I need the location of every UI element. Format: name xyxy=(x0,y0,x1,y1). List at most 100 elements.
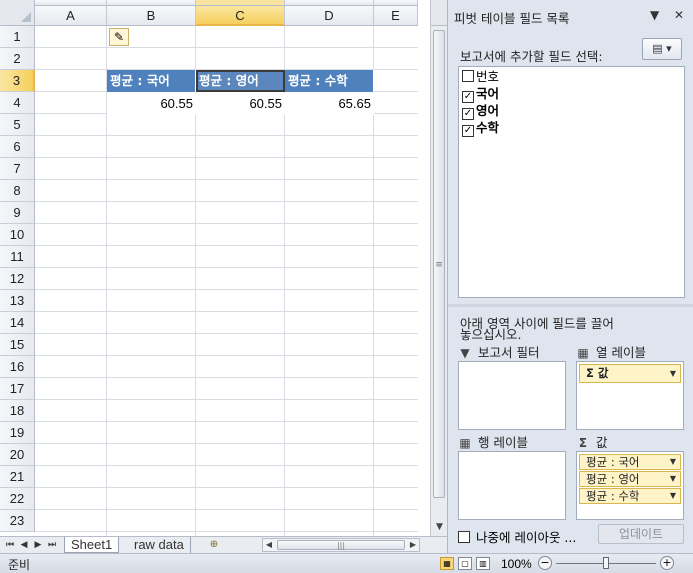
update-button[interactable]: 업데이트 xyxy=(598,524,684,544)
chevron-down-icon[interactable]: ▼ xyxy=(670,489,676,503)
column-area-title: ▦ 열 레이블 xyxy=(576,342,646,361)
row-header-9[interactable]: 9 xyxy=(0,202,35,224)
sigma-icon: Σ xyxy=(578,436,588,450)
scroll-down-icon[interactable]: ▼ xyxy=(431,520,448,534)
checkbox-icon[interactable] xyxy=(458,531,470,543)
scroll-left-icon[interactable]: ◀ xyxy=(263,539,275,551)
row-header-6[interactable]: 6 xyxy=(0,136,35,158)
field-list-layout-button[interactable]: ▤ ▾ xyxy=(642,38,682,60)
pivot-value-english[interactable]: 60.55 xyxy=(196,93,285,115)
filter-icon: ▼ xyxy=(460,346,470,360)
select-all-corner[interactable] xyxy=(0,0,35,26)
row-header-7[interactable]: 7 xyxy=(0,158,35,180)
page-layout-view-icon[interactable]: ▢ xyxy=(458,557,472,570)
column-header-b[interactable]: B xyxy=(107,6,196,26)
row-header-2[interactable]: 2 xyxy=(0,48,35,70)
chevron-down-icon[interactable]: ▼ xyxy=(670,472,676,486)
row-labels-icon: ▦ xyxy=(459,436,471,450)
gridline xyxy=(35,333,418,334)
row-header-12[interactable]: 12 xyxy=(0,268,35,290)
row-header-13[interactable]: 13 xyxy=(0,290,35,312)
filter-area-box[interactable] xyxy=(458,361,566,430)
cell-grid[interactable]: A B C D E 1 2 3 4 5 6 7 8 9 10 11 12 13 14 15 16 17 18 19 2… xyxy=(0,0,418,536)
filter-area-title: ▼ 보고서 필터 xyxy=(458,342,539,361)
gridline xyxy=(35,531,418,532)
value-chip-english[interactable]: 평균 : 영어 ▼ xyxy=(579,471,681,487)
filter-area-label: 보고서 필터 xyxy=(478,345,540,360)
row-header-8[interactable]: 8 xyxy=(0,180,35,202)
insert-sheet-icon[interactable]: ⊕ xyxy=(205,538,223,551)
value-chip-korean[interactable]: 평균 : 국어 ▼ xyxy=(579,454,681,470)
row-header-18[interactable]: 18 xyxy=(0,400,35,422)
row-header-19[interactable]: 19 xyxy=(0,422,35,444)
checkbox-icon[interactable] xyxy=(462,70,474,82)
prev-sheet-icon[interactable]: ◀ xyxy=(18,538,30,552)
gridline xyxy=(35,201,418,202)
zoom-in-icon[interactable]: + xyxy=(660,556,674,570)
pane-options-icon[interactable]: ▼ xyxy=(650,8,659,22)
pivot-header-english[interactable]: 평균 : 영어 xyxy=(196,70,285,92)
close-icon[interactable]: ✕ xyxy=(674,8,684,22)
pivot-value-math[interactable]: 65.65 xyxy=(285,93,374,115)
row-header-23[interactable]: 23 xyxy=(0,510,35,532)
row-header-15[interactable]: 15 xyxy=(0,334,35,356)
column-values-chip[interactable]: Σ 값 ▼ xyxy=(579,364,681,383)
first-sheet-icon[interactable]: ⏮ xyxy=(4,538,16,552)
row-header-17[interactable]: 17 xyxy=(0,378,35,400)
field-item-english[interactable]: ✓ 영어 xyxy=(462,102,499,120)
vertical-scrollbar[interactable]: ≡ ▼ xyxy=(430,0,448,536)
sheet-tab-raw-data[interactable]: raw data xyxy=(128,537,191,553)
chevron-down-icon[interactable]: ▼ xyxy=(670,455,676,469)
row-header-4[interactable]: 4 xyxy=(0,92,35,114)
gridline xyxy=(35,355,418,356)
field-item-math[interactable]: ✓ 수학 xyxy=(462,119,499,137)
normal-view-icon[interactable]: ▦ xyxy=(440,557,454,570)
split-box[interactable] xyxy=(431,0,448,26)
row-header-1[interactable]: 1 xyxy=(0,26,35,48)
chip-label: 평균 : 영어 xyxy=(586,472,640,486)
next-sheet-icon[interactable]: ▶ xyxy=(32,538,44,552)
row-header-5[interactable]: 5 xyxy=(0,114,35,136)
field-item-number[interactable]: 번호 xyxy=(462,68,499,85)
hscroll-thumb[interactable]: ||| xyxy=(277,540,405,550)
pane-splitter[interactable] xyxy=(448,304,693,307)
scroll-right-icon[interactable]: ▶ xyxy=(407,539,419,551)
page-break-view-icon[interactable]: ▥ xyxy=(476,557,490,570)
column-header-d[interactable]: D xyxy=(285,6,374,26)
last-sheet-icon[interactable]: ⏭ xyxy=(46,538,58,552)
gridline xyxy=(35,443,418,444)
row-area-box[interactable] xyxy=(458,451,566,520)
sheet-tab-sheet1[interactable]: Sheet1 xyxy=(64,537,120,553)
pivot-header-math[interactable]: 평균 : 수학 xyxy=(285,70,374,92)
gridline xyxy=(35,179,418,180)
zoom-level[interactable]: 100% xyxy=(501,557,532,571)
column-area-box[interactable]: Σ 값 ▼ xyxy=(576,361,684,430)
zoom-slider-thumb[interactable] xyxy=(603,557,609,569)
column-header-a[interactable]: A xyxy=(35,6,107,26)
row-header-22[interactable]: 22 xyxy=(0,488,35,510)
row-header-14[interactable]: 14 xyxy=(0,312,35,334)
value-area-box[interactable]: 평균 : 국어 ▼ 평균 : 영어 ▼ 평균 : 수학 ▼ xyxy=(576,451,684,520)
row-header-21[interactable]: 21 xyxy=(0,466,35,488)
row-header-20[interactable]: 20 xyxy=(0,444,35,466)
row-header-10[interactable]: 10 xyxy=(0,224,35,246)
paintbrush-icon[interactable]: ✎ xyxy=(109,28,129,46)
checkbox-checked-icon[interactable]: ✓ xyxy=(462,125,474,137)
pivot-value-korean[interactable]: 60.55 xyxy=(107,93,196,115)
row-header-3[interactable]: 3 xyxy=(0,70,35,92)
defer-layout-update[interactable]: 나중에 레이아웃 ... xyxy=(458,527,576,546)
sheet-tab-bar: ⏮ ◀ ▶ ⏭ Sheet1 raw data ⊕ ◀ ||| ▶ xyxy=(0,536,447,553)
pivot-header-korean[interactable]: 평균 : 국어 xyxy=(107,70,196,92)
value-area-label: 값 xyxy=(596,435,608,450)
scroll-thumb[interactable]: ≡ xyxy=(433,30,445,498)
column-header-c[interactable]: C xyxy=(196,6,285,26)
chevron-down-icon[interactable]: ▼ xyxy=(670,365,676,382)
row-header-16[interactable]: 16 xyxy=(0,356,35,378)
field-item-korean[interactable]: ✓ 국어 xyxy=(462,85,499,103)
zoom-out-icon[interactable]: − xyxy=(538,556,552,570)
horizontal-scrollbar[interactable]: ◀ ||| ▶ xyxy=(262,538,420,552)
gridline xyxy=(35,399,418,400)
value-chip-math[interactable]: 평균 : 수학 ▼ xyxy=(579,488,681,504)
row-header-11[interactable]: 11 xyxy=(0,246,35,268)
column-header-e[interactable]: E xyxy=(374,6,418,26)
